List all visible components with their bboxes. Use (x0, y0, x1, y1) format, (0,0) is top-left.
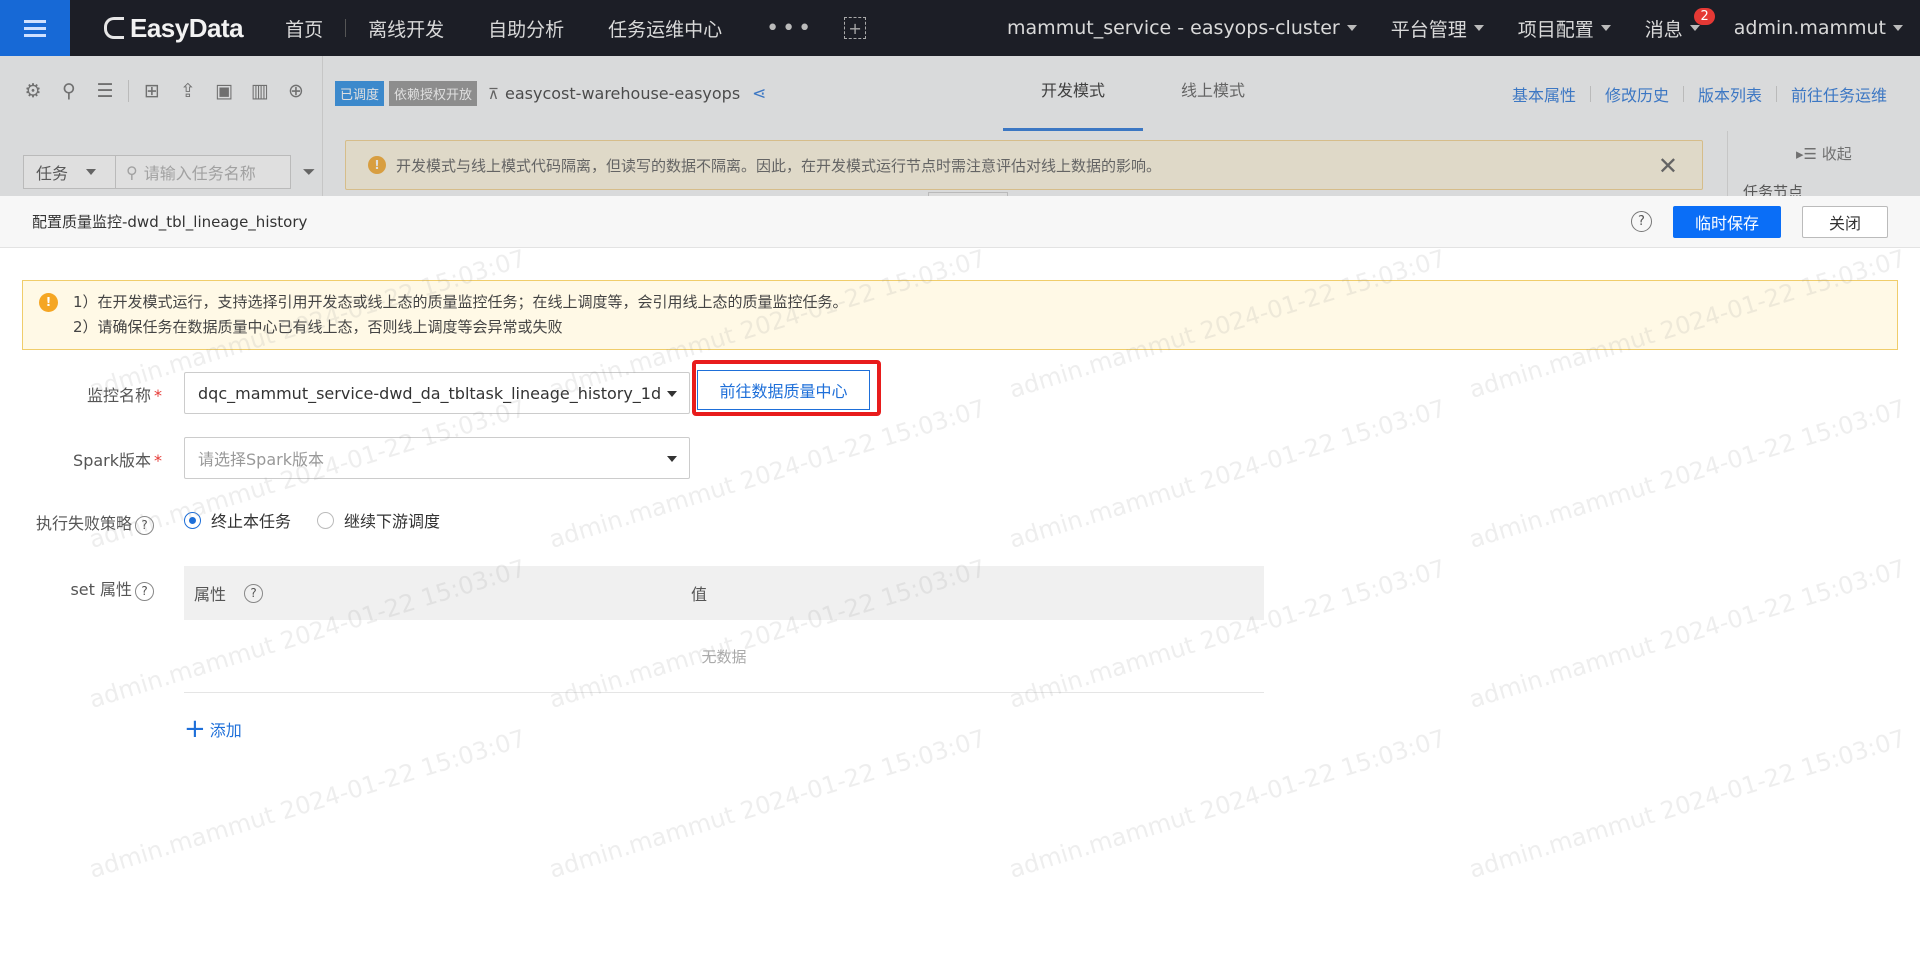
monitor-name-value: dqc_mammut_service-dwd_da_tbltask_lineag… (198, 383, 662, 403)
spark-version-select[interactable]: 请选择Spark版本 (184, 437, 690, 479)
chevron-down-icon (1689, 25, 1700, 31)
cluster-label: mammut_service - easyops-cluster (1007, 17, 1340, 39)
top-nav: EasyData 首页 离线开发 自助分析 任务运维中心 ••• + mammu… (0, 0, 1920, 56)
temp-save-button[interactable]: 临时保存 (1672, 205, 1781, 238)
chevron-down-icon (667, 391, 677, 397)
set-props-label: set 属性? (22, 576, 154, 601)
fail-strategy-radio-group: 终止本任务 继续下游调度 (184, 508, 466, 532)
quality-monitor-drawer: 配置质量监控-dwd_tbl_lineage_history ? 临时保存 关闭… (0, 196, 1920, 960)
monitor-name-label-text: 监控名称 (86, 386, 151, 405)
logo-text: EasyData (130, 12, 244, 43)
drawer-title: 配置质量监控-dwd_tbl_lineage_history (32, 213, 308, 231)
platform-label: 平台管理 (1390, 18, 1467, 41)
chevron-down-icon (667, 456, 677, 462)
messages-label: 消息 (1644, 18, 1683, 41)
radio-stop-task[interactable]: 终止本任务 (184, 508, 291, 532)
nav-right: mammut_service - easyops-cluster 平台管理 项目… (990, 0, 1920, 56)
radio-continue-downstream[interactable]: 继续下游调度 (317, 508, 440, 532)
col-attr: 属性? (184, 581, 691, 605)
fail-strategy-label-text: 执行失败策略 (35, 514, 132, 533)
set-props-table: 属性? 值 无数据 (184, 566, 1264, 693)
radio-continue-downstream-label: 继续下游调度 (344, 512, 441, 531)
nav-self-analysis[interactable]: 自助分析 (466, 0, 586, 56)
nav-home[interactable]: 首页 (263, 0, 345, 56)
close-button[interactable]: 关闭 (1801, 205, 1888, 238)
add-tab-icon[interactable]: + (844, 17, 867, 39)
user-menu[interactable]: admin.mammut (1717, 0, 1920, 56)
nav-task-ops[interactable]: 任务运维中心 (586, 0, 744, 56)
goto-quality-center-button[interactable]: 前往数据质量中心 (697, 370, 870, 410)
platform-menu[interactable]: 平台管理 (1374, 0, 1501, 56)
radio-stop-task-label: 终止本任务 (211, 512, 292, 531)
drawer-actions: ? 临时保存 关闭 (1630, 205, 1920, 238)
user-name: admin.mammut (1733, 17, 1886, 39)
note-line-1: 1）在开发模式运行，支持选择引用开发态或线上态的质量监控任务；在线上调度等，会引… (73, 293, 848, 311)
table-header: 属性? 值 (184, 566, 1264, 620)
spark-version-placeholder: 请选择Spark版本 (198, 450, 324, 469)
required-mark: * (154, 451, 162, 470)
hamburger-icon (24, 16, 46, 41)
messages-menu[interactable]: 消息 2 (1628, 0, 1717, 56)
chevron-down-icon (1473, 25, 1484, 31)
info-note: ! 1）在开发模式运行，支持选择引用开发态或线上态的质量监控任务；在线上调度等，… (22, 280, 1898, 350)
add-prop-label: 添加 (209, 721, 242, 740)
help-icon[interactable]: ? (135, 582, 154, 601)
radio-checked-icon (184, 511, 201, 529)
cluster-dropdown[interactable]: mammut_service - easyops-cluster (990, 0, 1374, 56)
empty-state: 无数据 (184, 620, 1264, 693)
col-attr-label: 属性 (194, 585, 227, 604)
easydata-logo-icon (104, 17, 124, 39)
help-icon[interactable]: ? (135, 516, 154, 535)
chevron-down-icon (1346, 25, 1357, 31)
set-props-label-text: set 属性 (70, 580, 132, 599)
required-mark: * (154, 386, 162, 405)
chevron-down-icon (1893, 25, 1903, 31)
note-line-2: 2）请确保任务在数据质量中心已有线上态，否则线上调度等会异常或失败 (73, 318, 563, 336)
nav-offline-dev[interactable]: 离线开发 (346, 0, 466, 56)
warning-icon: ! (39, 293, 58, 312)
plus-icon: + (184, 714, 206, 744)
col-value: 值 (691, 585, 708, 604)
help-icon[interactable]: ? (1630, 211, 1652, 232)
monitor-name-select[interactable]: dqc_mammut_service-dwd_da_tbltask_lineag… (184, 372, 690, 414)
project-config-menu[interactable]: 项目配置 (1501, 0, 1628, 56)
project-config-label: 项目配置 (1517, 18, 1594, 41)
spark-version-label-text: Spark版本 (73, 451, 151, 470)
chevron-down-icon (1600, 25, 1611, 31)
add-prop-button[interactable]: + 添加 (184, 714, 242, 744)
radio-unchecked-icon (317, 511, 335, 529)
menu-toggle-button[interactable] (0, 0, 70, 56)
modal-overlay (0, 56, 1920, 196)
drawer-header: 配置质量监控-dwd_tbl_lineage_history ? 临时保存 关闭 (0, 196, 1920, 248)
fail-strategy-label: 执行失败策略? (22, 510, 154, 535)
logo[interactable]: EasyData (104, 12, 244, 44)
help-icon[interactable]: ? (244, 583, 264, 603)
spark-version-label: Spark版本 * (22, 447, 162, 471)
message-count-badge: 2 (1694, 8, 1715, 25)
more-icon[interactable]: ••• (744, 16, 836, 41)
monitor-name-label: 监控名称 * (22, 382, 162, 406)
